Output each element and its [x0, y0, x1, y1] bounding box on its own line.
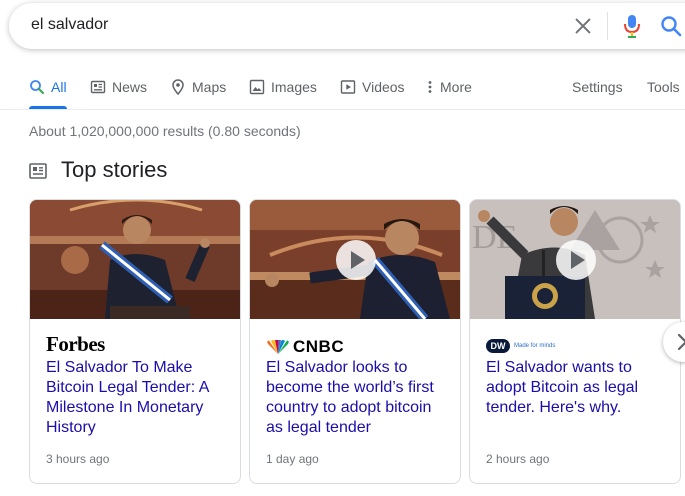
play-button-icon[interactable] [336, 240, 376, 280]
search-bar[interactable]: el salvador [9, 3, 685, 49]
story-card-forbes[interactable]: Forbes El Salvador To Make Bitcoin Legal… [29, 199, 241, 484]
story-thumbnail: DE [470, 200, 680, 319]
publisher-name: CNBC [293, 337, 345, 356]
story-thumbnail [30, 200, 240, 319]
search-icon [30, 80, 44, 94]
search-icon[interactable] [659, 14, 683, 38]
image-icon [249, 79, 265, 95]
story-time: 1 day ago [266, 452, 319, 466]
carousel-next-button[interactable] [663, 322, 685, 362]
settings-link[interactable]: Settings [572, 72, 623, 102]
tab-news[interactable]: News [90, 72, 147, 102]
story-time: 2 hours ago [486, 452, 550, 466]
publisher-tagline: Made for minds [514, 343, 556, 349]
story-headline[interactable]: El Salvador To Make Bitcoin Legal Tender… [46, 358, 231, 438]
top-stories-title: Top stories [61, 157, 168, 182]
tab-label: Maps [192, 79, 227, 95]
tab-videos[interactable]: Videos [340, 72, 405, 102]
more-vertical-icon [428, 81, 432, 93]
tab-label: All [51, 79, 67, 95]
news-icon [29, 163, 47, 179]
search-input[interactable]: el salvador [31, 16, 108, 34]
play-icon [340, 80, 356, 94]
tab-label: More [440, 79, 472, 95]
tab-images[interactable]: Images [249, 72, 317, 102]
tools-label: Tools [647, 79, 680, 95]
tab-more[interactable]: More [426, 72, 472, 102]
publisher-logo-cnbc: CNBC [266, 336, 344, 358]
search-tabs: All News Maps Images Videos More Setting… [0, 72, 685, 109]
publisher-logo-dw: DW Made for minds [486, 335, 555, 357]
story-time: 3 hours ago [46, 452, 110, 466]
tools-link[interactable]: Tools [647, 72, 680, 102]
tab-label: News [112, 79, 148, 95]
publisher-logo-forbes: Forbes [46, 332, 105, 356]
story-card-dw[interactable]: DE DW Made for minds El Salvador wants t… [469, 199, 681, 484]
chevron-right-icon [677, 333, 685, 351]
story-headline[interactable]: El Salvador wants to adopt Bitcoin as le… [486, 358, 671, 418]
publisher-name: DW [486, 339, 510, 353]
news-icon [90, 80, 106, 94]
story-headline[interactable]: El Salvador looks to become the world’s … [266, 358, 451, 438]
map-pin-icon [172, 79, 184, 95]
settings-label: Settings [572, 79, 623, 95]
tab-label: Images [271, 79, 317, 95]
story-thumbnail [250, 200, 460, 319]
microphone-icon[interactable] [621, 13, 643, 39]
peacock-logo-icon [267, 340, 289, 354]
tab-label: Videos [362, 79, 405, 95]
tab-maps[interactable]: Maps [170, 72, 226, 102]
tab-all[interactable]: All [29, 72, 67, 109]
clear-icon[interactable] [572, 15, 594, 37]
story-card-cnbc[interactable]: CNBC El Salvador looks to become the wor… [249, 199, 461, 484]
search-divider [607, 12, 608, 40]
play-button-icon[interactable] [556, 240, 596, 280]
header-divider [0, 109, 685, 110]
result-stats: About 1,020,000,000 results (0.80 second… [29, 123, 301, 139]
